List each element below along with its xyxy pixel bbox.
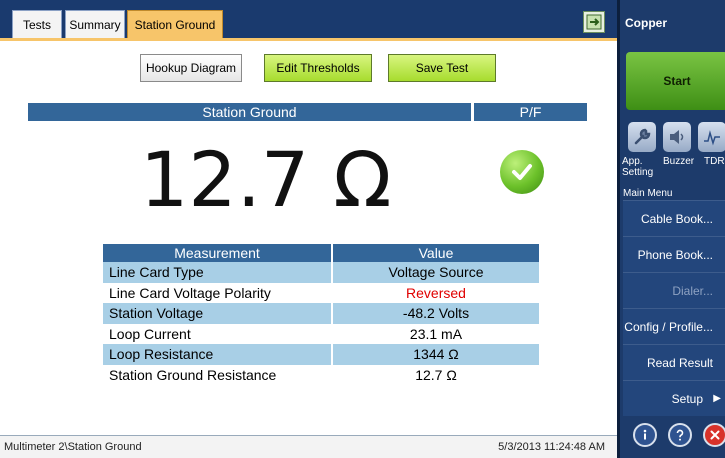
menu-item-phone-book[interactable]: Phone Book... — [623, 236, 725, 272]
main-panel: Tests Summary Station Ground Hookup Diag… — [0, 0, 617, 458]
sidebar-title: Copper — [625, 16, 667, 30]
column-header-measurement: Measurement — [103, 244, 333, 262]
save-test-button[interactable]: Save Test — [388, 54, 496, 82]
measurement-name: Loop Resistance — [103, 344, 333, 365]
table-row: Loop Current 23.1 mA — [103, 323, 539, 344]
chevron-right-icon: ▶ — [713, 393, 721, 404]
table-row: Loop Resistance 1344 Ω — [103, 344, 539, 365]
table-row: Line Card Voltage Polarity Reversed — [103, 282, 539, 303]
column-header-value: Value — [332, 244, 539, 262]
expand-icon[interactable] — [583, 11, 605, 33]
menu-item-setup[interactable]: Setup ▶ — [623, 380, 725, 416]
tdr-icon[interactable] — [698, 122, 725, 152]
speaker-icon[interactable] — [663, 122, 691, 152]
sidebar: Copper Start App. Setting Buzzer TDR Mai… — [620, 0, 725, 458]
menu-item-read-result-file[interactable]: Read Result File... — [623, 344, 725, 406]
icon-label-buzzer: Buzzer — [663, 156, 695, 167]
wrench-icon[interactable] — [628, 122, 656, 152]
status-bar: Multimeter 2\Station Ground 5/3/2013 11:… — [0, 436, 617, 458]
pf-header: P/F — [474, 103, 587, 121]
tab-underline — [0, 38, 617, 41]
measurement-name: Line Card Type — [103, 262, 333, 283]
status-datetime: 5/3/2013 11:24:48 AM — [498, 441, 605, 453]
menu-item-cable-book[interactable]: Cable Book... — [623, 200, 725, 236]
icon-label-app-setting: App. Setting — [622, 156, 654, 178]
main-menu-label: Main Menu — [623, 188, 673, 199]
measurement-value: Reversed — [332, 282, 539, 303]
measurement-name: Line Card Voltage Polarity — [103, 282, 333, 303]
station-ground-header: Station Ground — [28, 103, 471, 121]
menu-item-setup-label: Setup — [671, 392, 703, 406]
table-row: Line Card Type Voltage Source — [103, 262, 539, 283]
close-icon[interactable] — [703, 423, 725, 447]
table-row: Station Voltage -48.2 Volts — [103, 303, 539, 324]
icon-label-tdr: TDR — [704, 156, 725, 167]
tab-tests[interactable]: Tests — [12, 10, 62, 38]
tab-bar: Tests Summary Station Ground — [0, 0, 617, 38]
measurement-value: 1344 Ω — [332, 344, 539, 365]
tab-summary[interactable]: Summary — [65, 10, 125, 38]
edit-thresholds-button[interactable]: Edit Thresholds — [264, 54, 372, 82]
measurement-name: Loop Current — [103, 323, 333, 344]
result-value: 12.7 Ω — [140, 135, 392, 224]
measurement-name: Station Voltage — [103, 303, 333, 324]
measurement-value: -48.2 Volts — [332, 303, 539, 324]
pass-check-icon — [500, 150, 544, 194]
measurement-value: 23.1 mA — [332, 323, 539, 344]
help-icon[interactable] — [668, 423, 692, 447]
measurement-value: 12.7 Ω — [332, 364, 539, 385]
table-header-row: Measurement Value — [103, 244, 539, 262]
table-row: Station Ground Resistance 12.7 Ω — [103, 364, 539, 385]
info-icon[interactable] — [633, 423, 657, 447]
measurement-value: Voltage Source — [332, 262, 539, 283]
start-button[interactable]: Start — [626, 52, 725, 110]
measurement-table: Measurement Value Line Card Type Voltage… — [103, 244, 539, 385]
menu-item-config-profile[interactable]: Config / Profile... — [623, 308, 725, 344]
tab-station-ground[interactable]: Station Ground — [127, 10, 223, 38]
hookup-diagram-button[interactable]: Hookup Diagram — [140, 54, 242, 82]
menu-item-dialer[interactable]: Dialer... — [623, 272, 725, 308]
measurement-name: Station Ground Resistance — [103, 364, 333, 385]
status-path: Multimeter 2\Station Ground — [4, 441, 142, 453]
